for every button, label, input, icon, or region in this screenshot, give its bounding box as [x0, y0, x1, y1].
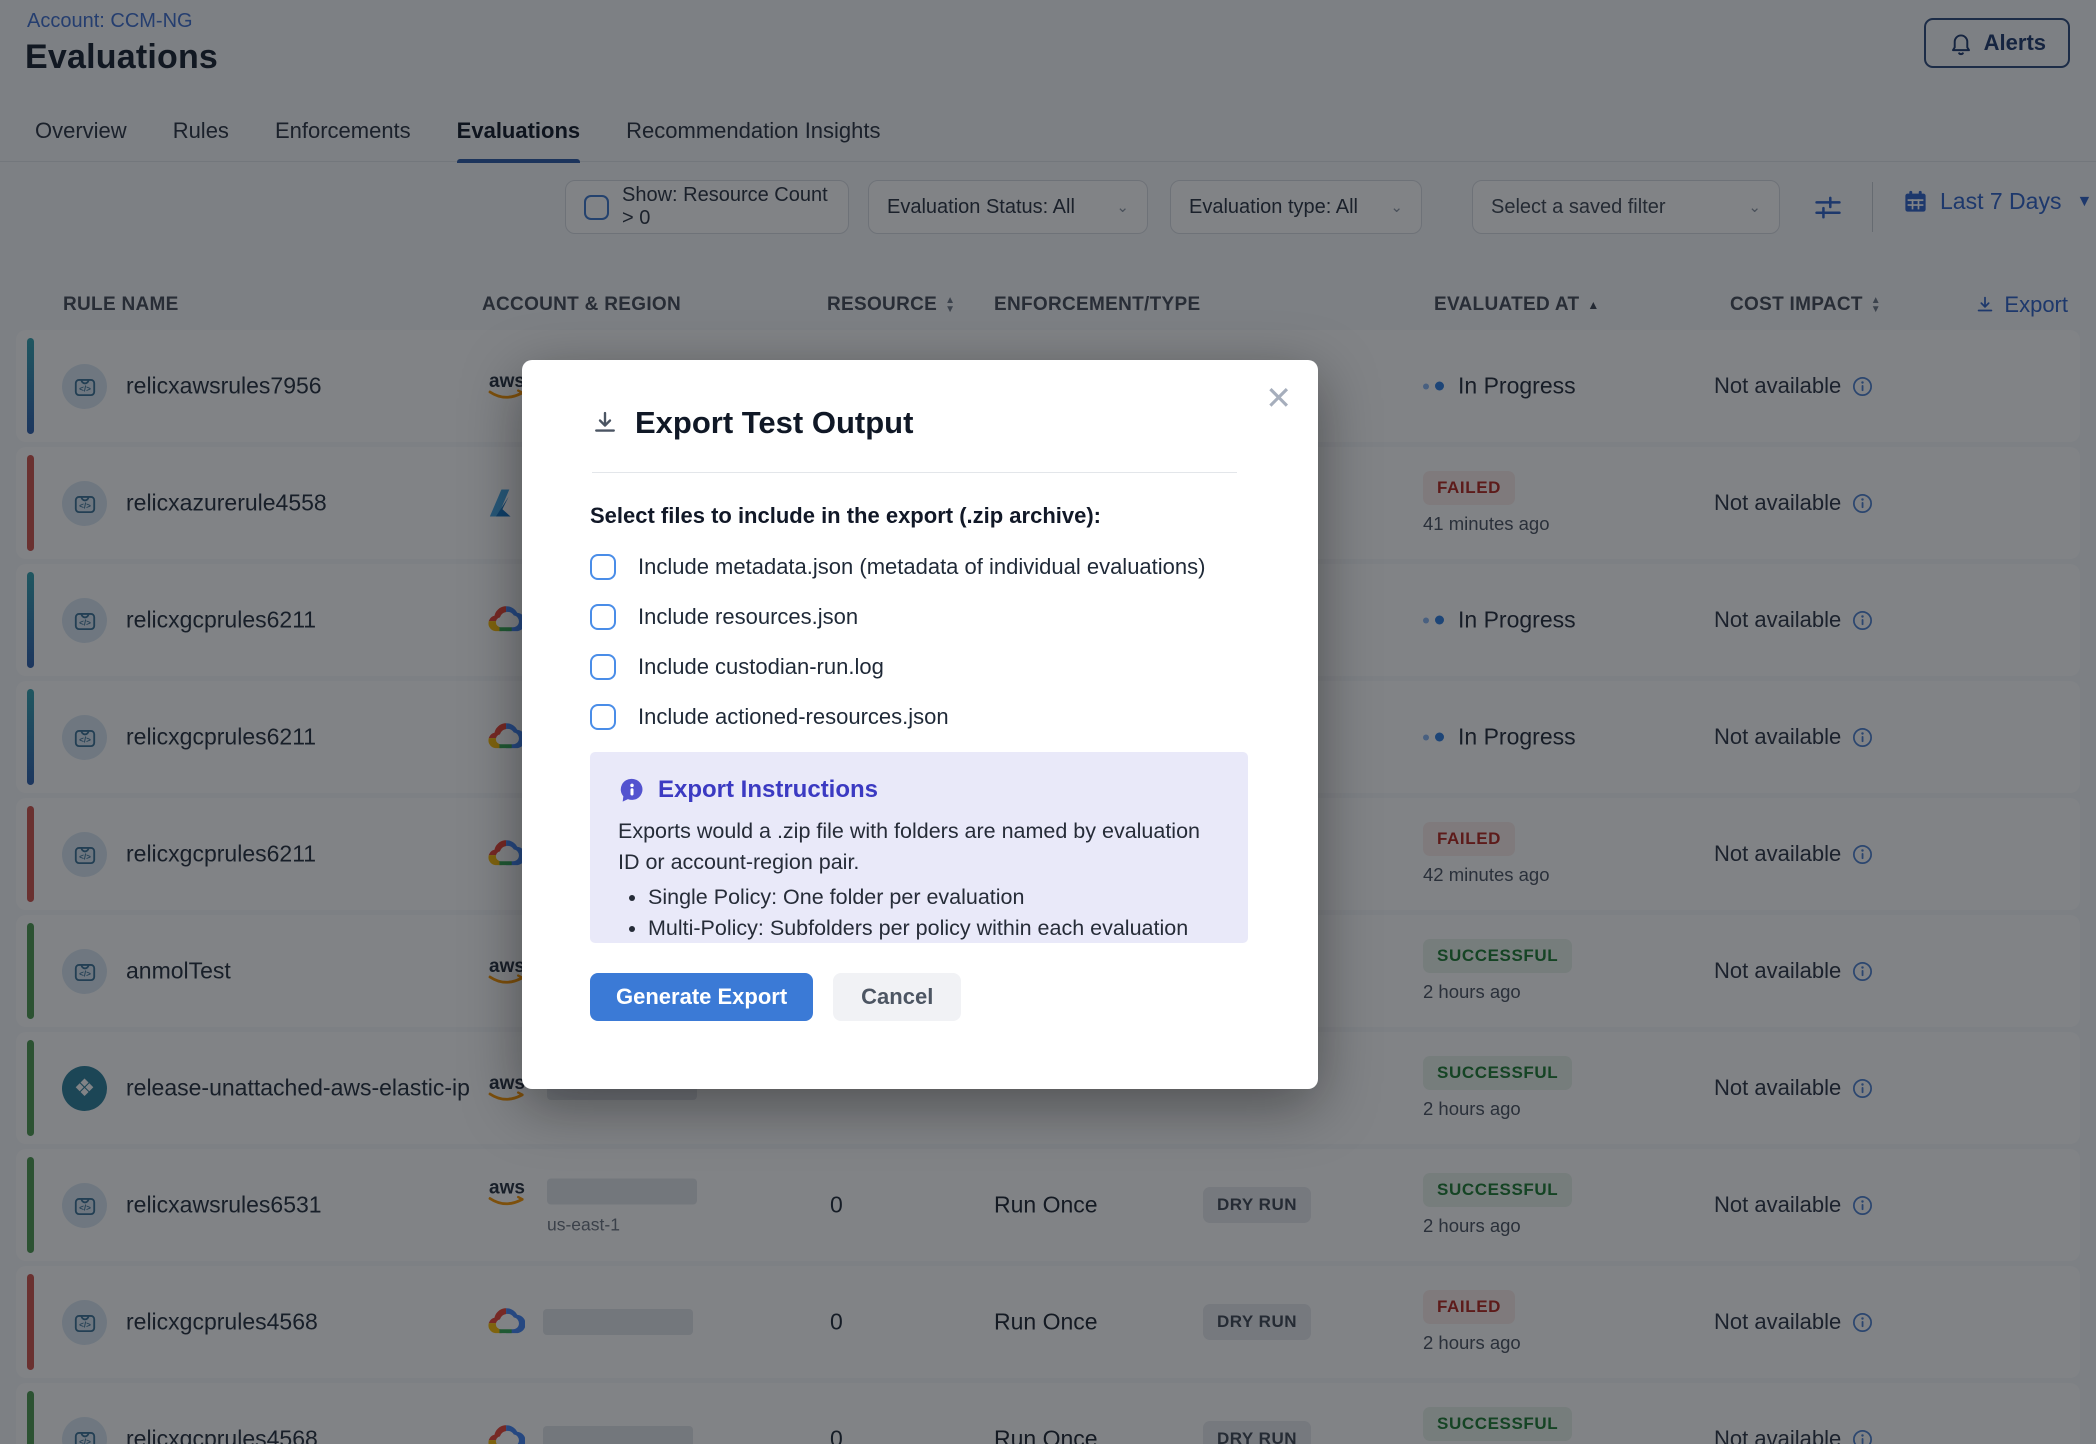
export-option-row[interactable]: Include actioned-resources.json — [590, 692, 1205, 742]
checkbox-label: Include custodian-run.log — [638, 654, 884, 680]
select-files-label: Select files to include in the export (.… — [590, 503, 1101, 529]
export-instructions-body: Exports would a .zip file with folders a… — [618, 816, 1220, 878]
checkbox[interactable] — [590, 554, 616, 580]
export-file-options: Include metadata.json (metadata of indiv… — [590, 542, 1205, 742]
export-test-output-modal: ✕ Export Test Output Select files to inc… — [522, 360, 1318, 1089]
cancel-button[interactable]: Cancel — [833, 973, 961, 1021]
export-instructions-title: Export Instructions — [658, 776, 878, 804]
modal-title: Export Test Output — [590, 405, 913, 441]
checkbox-label: Include actioned-resources.json — [638, 704, 949, 730]
export-instructions-box: Export Instructions Exports would a .zip… — [590, 752, 1248, 943]
export-option-row[interactable]: Include custodian-run.log — [590, 642, 1205, 692]
checkbox[interactable] — [590, 654, 616, 680]
checkbox-label: Include metadata.json (metadata of indiv… — [638, 554, 1205, 580]
download-icon — [590, 408, 620, 438]
instruction-bullet: Single Policy: One folder per evaluation — [648, 882, 1220, 913]
checkbox-label: Include resources.json — [638, 604, 858, 630]
instruction-bullet: Multi-Policy: Subfolders per policy with… — [648, 913, 1220, 944]
export-option-row[interactable]: Include metadata.json (metadata of indiv… — [590, 542, 1205, 592]
export-instructions-bullets: Single Policy: One folder per evaluation… — [648, 882, 1220, 943]
info-bubble-icon — [618, 776, 646, 804]
close-icon[interactable]: ✕ — [1265, 382, 1292, 414]
export-option-row[interactable]: Include resources.json — [590, 592, 1205, 642]
generate-export-button[interactable]: Generate Export — [590, 973, 813, 1021]
checkbox[interactable] — [590, 704, 616, 730]
divider — [592, 472, 1237, 473]
checkbox[interactable] — [590, 604, 616, 630]
